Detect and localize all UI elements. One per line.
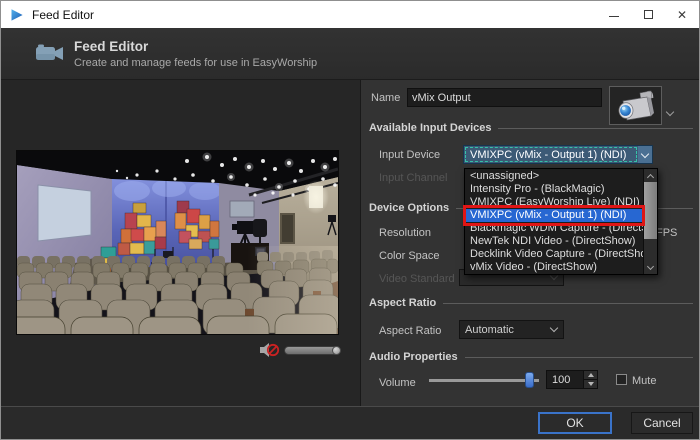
close-icon: ✕ <box>677 9 687 21</box>
video-standard-label: Video Standard <box>379 273 455 285</box>
input-channel-label: Input Channel <box>379 172 448 184</box>
maximize-button[interactable] <box>631 1 665 28</box>
color-space-label: Color Space <box>379 250 440 262</box>
section-audio-properties: Audio Properties <box>369 351 693 363</box>
minimize-icon <box>609 16 619 17</box>
aspect-ratio-chevron-icon <box>550 324 558 332</box>
scrollbar-thumb[interactable] <box>644 182 657 239</box>
mute-checkbox[interactable] <box>616 374 627 385</box>
volume-spinner[interactable]: 100 <box>546 370 598 389</box>
device-picker-chevron-icon[interactable] <box>667 102 673 120</box>
mute-label: Mute <box>632 375 656 387</box>
dialog-header: Feed Editor Create and manage feeds for … <box>1 28 699 80</box>
window-title: Feed Editor <box>32 8 94 22</box>
dropdown-item-unassigned[interactable]: <unassigned> <box>465 170 643 183</box>
input-device-value: VMIXPC (vMix - Output 1) (NDI) <box>465 147 637 162</box>
input-device-combobox[interactable]: VMIXPC (vMix - Output 1) (NDI) <box>463 145 653 164</box>
header-title: Feed Editor <box>74 39 317 54</box>
fps-label: FPS <box>656 227 677 239</box>
cancel-button[interactable]: Cancel <box>631 412 693 434</box>
chevron-down-icon <box>647 263 654 270</box>
scrollbar-up-button[interactable] <box>644 169 657 182</box>
preview-audio-controls <box>259 342 341 358</box>
dropdown-item-vmixpc-vmix-output1-selected[interactable]: VMIXPC (vMix - Output 1) (NDI) <box>465 209 643 222</box>
scrollbar-down-button[interactable] <box>644 261 657 274</box>
volume-slider-thumb[interactable] <box>525 372 534 388</box>
input-device-label: Input Device <box>379 149 440 161</box>
header-subtitle: Create and manage feeds for use in EasyW… <box>74 57 317 69</box>
aspect-ratio-label: Aspect Ratio <box>379 325 441 337</box>
dropdown-item-newtek-ndi[interactable]: NewTek NDI Video - (DirectShow) <box>465 235 643 248</box>
section-aspect-ratio: Aspect Ratio <box>369 297 693 309</box>
volume-value: 100 <box>547 371 583 388</box>
aspect-ratio-value: Automatic <box>460 324 551 336</box>
settings-panel: Name Available Input Devices Input Devic… <box>361 80 700 408</box>
preview-panel <box>1 80 361 408</box>
video-camera-icon <box>35 41 65 66</box>
feed-editor-dialog: Feed Editor ✕ Feed Editor Create and man… <box>0 0 700 440</box>
preview-volume-thumb[interactable] <box>332 346 341 355</box>
ok-button[interactable]: OK <box>538 412 612 434</box>
volume-increment-button[interactable] <box>584 371 597 380</box>
maximize-icon <box>644 10 653 19</box>
footer-bar: OK Cancel <box>1 406 699 439</box>
section-available-input-devices: Available Input Devices <box>369 122 693 134</box>
chevron-up-icon <box>647 173 654 180</box>
close-button[interactable]: ✕ <box>665 1 699 28</box>
device-picker-button[interactable] <box>609 86 662 125</box>
camcorder-icon <box>614 89 658 123</box>
input-device-dropdown-list: <unassigned> Intensity Pro - (BlackMagic… <box>464 168 658 275</box>
volume-label: Volume <box>379 377 416 389</box>
name-input[interactable] <box>407 88 602 107</box>
video-preview <box>16 150 339 335</box>
dropdown-item-blackmagic-wdm[interactable]: Blackmagic WDM Capture - (DirectShow) <box>465 222 643 235</box>
input-device-chevron-icon[interactable] <box>638 146 652 163</box>
resolution-label: Resolution <box>379 227 431 239</box>
aspect-ratio-dropdown[interactable]: Automatic <box>459 320 564 339</box>
volume-decrement-button[interactable] <box>584 380 597 388</box>
easyworship-logo-icon <box>10 8 24 22</box>
volume-slider[interactable] <box>429 371 539 389</box>
name-label: Name <box>371 92 400 104</box>
muted-speaker-icon[interactable] <box>259 342 280 358</box>
dropdown-item-vmix-video[interactable]: vMix Video - (DirectShow) <box>465 261 643 274</box>
titlebar: Feed Editor ✕ <box>1 1 699 28</box>
up-arrow-icon <box>588 373 594 377</box>
preview-volume-slider[interactable] <box>284 346 341 355</box>
dropdown-scrollbar[interactable] <box>643 169 657 274</box>
down-arrow-icon <box>588 382 594 386</box>
minimize-button[interactable] <box>597 1 631 28</box>
dropdown-item-decklink[interactable]: Decklink Video Capture - (DirectShow) <box>465 248 643 261</box>
dropdown-item-intensity-pro[interactable]: Intensity Pro - (BlackMagic) <box>465 183 643 196</box>
dropdown-item-vmixpc-easyworship-live[interactable]: VMIXPC (EasyWorship Live) (NDI) <box>465 196 643 209</box>
volume-slider-track[interactable] <box>429 379 539 382</box>
